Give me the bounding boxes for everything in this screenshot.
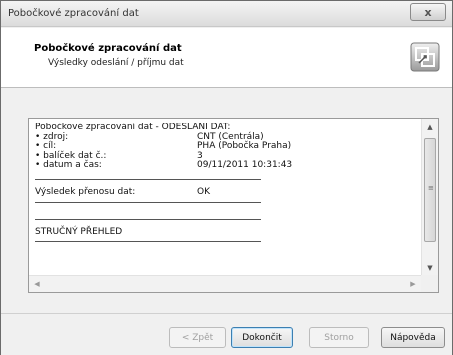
report-row: • datum a čas: 09/11/2011 10:31:43 — [35, 161, 419, 171]
wizard-footer: < Zpět Dokončit Storno Nápověda — [1, 313, 452, 355]
vertical-scrollbar[interactable]: ▲ ≡ ▼ — [421, 119, 438, 276]
help-button[interactable]: Nápověda — [381, 327, 445, 348]
cancel-button-label: Storno — [324, 332, 354, 343]
header-subtitle: Výsledky odeslání / příjmu dat — [48, 58, 184, 68]
separator — [35, 175, 419, 184]
scroll-down-arrow-icon[interactable]: ▼ — [422, 260, 438, 276]
result-report-textbox[interactable]: Pobočkové zpracování dat - ODESLÁNÍ DAT:… — [28, 118, 439, 293]
scroll-up-arrow-icon[interactable]: ▲ — [422, 119, 438, 135]
summary-heading: STRUČNÝ PŘEHLED — [35, 226, 123, 237]
grip-icon: ≡ — [428, 184, 434, 192]
cancel-button[interactable]: Storno — [309, 327, 369, 348]
scroll-thumb[interactable]: ≡ — [424, 138, 436, 242]
separator — [35, 215, 419, 224]
row-value: 09/11/2011 10:31:43 — [197, 160, 293, 171]
help-button-label: Nápověda — [390, 332, 436, 343]
separator — [35, 198, 419, 207]
back-button[interactable]: < Zpět — [169, 327, 226, 348]
title-bar: Pobočkové zpracování dat x — [1, 1, 452, 27]
scroll-corner — [421, 275, 438, 292]
close-icon: x — [424, 5, 432, 19]
back-button-label: < Zpět — [181, 332, 214, 343]
wizard-window: Pobočkové zpracování dat x Pobočkové zpr… — [0, 0, 453, 355]
transfer-result-row: Výsledek přenosu dat: OK — [35, 186, 419, 198]
report-content: Pobočkové zpracování dat - ODESLÁNÍ DAT:… — [35, 123, 419, 273]
finish-button[interactable]: Dokončit — [231, 327, 293, 348]
result-value: OK — [197, 186, 210, 197]
separator — [35, 237, 419, 246]
window-title: Pobočkové zpracování dat — [8, 8, 139, 19]
scroll-left-arrow-icon[interactable]: ◀ — [29, 276, 45, 292]
header-title: Pobočkové zpracování dat — [34, 43, 182, 54]
transfer-arrows-icon — [410, 42, 440, 72]
horizontal-scrollbar[interactable]: ◀ ▶ — [29, 275, 421, 292]
scroll-right-arrow-icon[interactable]: ▶ — [405, 276, 421, 292]
result-label: Výsledek přenosu dat: — [35, 186, 136, 197]
finish-button-label: Dokončit — [242, 332, 282, 343]
row-value: PHA (Pobočka Praha) — [197, 141, 292, 152]
row-label: • datum a čas: — [35, 160, 102, 171]
wizard-header: Pobočkové zpracování dat Výsledky odeslá… — [1, 28, 452, 88]
close-button[interactable]: x — [410, 3, 446, 21]
